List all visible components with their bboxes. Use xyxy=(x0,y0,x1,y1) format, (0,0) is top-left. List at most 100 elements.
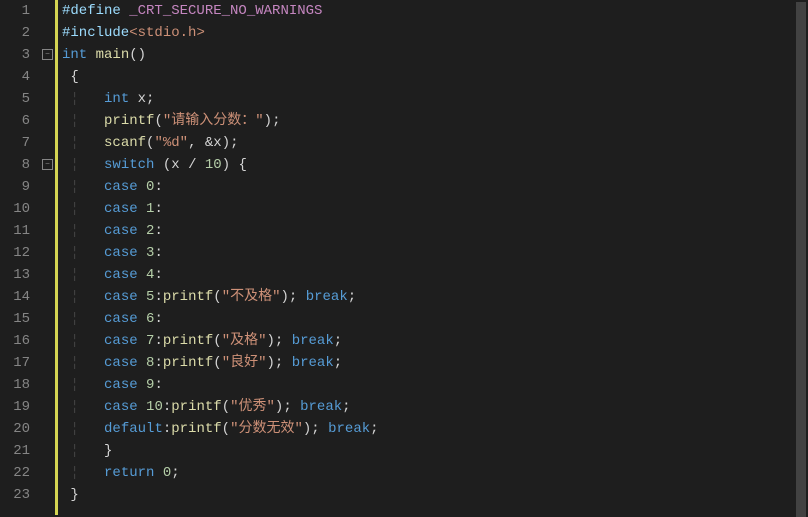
keyword-token: switch xyxy=(104,157,163,173)
string-token: "良好" xyxy=(222,355,267,371)
brace-token: } xyxy=(70,487,78,503)
code-line[interactable]: #include<stdio.h> xyxy=(62,22,808,44)
indent-guide: ¦ xyxy=(70,311,78,327)
code-area[interactable]: #define _CRT_SECURE_NO_WARNINGS #include… xyxy=(58,0,808,515)
code-line[interactable]: ¦ case 9: xyxy=(62,374,808,396)
paren-token: ( xyxy=(222,421,230,437)
keyword-token: case xyxy=(104,377,146,393)
punct-token: : xyxy=(154,179,162,195)
brace-token: { xyxy=(239,157,247,173)
paren-token: ) xyxy=(281,289,289,305)
string-token: "分数无效" xyxy=(230,421,303,437)
paren-token: ) xyxy=(267,333,275,349)
variable-token: x xyxy=(213,135,221,151)
line-number: 22 xyxy=(0,462,30,484)
code-line[interactable]: ¦ case 4: xyxy=(62,264,808,286)
code-line[interactable]: { xyxy=(62,66,808,88)
keyword-token: break xyxy=(300,399,342,415)
indent-guide: ¦ xyxy=(70,157,78,173)
line-number: 23 xyxy=(0,484,30,506)
punct-token: ; xyxy=(334,333,342,349)
string-token: "不及格" xyxy=(222,289,281,305)
string-token: "%d" xyxy=(154,135,188,151)
keyword-token: case xyxy=(104,267,146,283)
paren-token: ( xyxy=(213,289,221,305)
code-line[interactable]: ¦ case 3: xyxy=(62,242,808,264)
punct-token: ; xyxy=(171,465,179,481)
indent-guide: ¦ xyxy=(70,113,78,129)
punct-token: ; xyxy=(146,91,154,107)
vertical-scrollbar[interactable] xyxy=(794,0,808,515)
line-number: 19 xyxy=(0,396,30,418)
paren-token: ) xyxy=(222,157,239,173)
code-line[interactable]: ¦ } xyxy=(62,440,808,462)
punct-token: ; xyxy=(311,421,328,437)
brace-token: { xyxy=(70,69,78,85)
code-line[interactable]: ¦ switch (x / 10) { xyxy=(62,154,808,176)
indent-guide: ¦ xyxy=(70,443,78,459)
keyword-token: case xyxy=(104,245,146,261)
paren-token: ( xyxy=(154,113,162,129)
code-line[interactable]: ¦ case 5:printf("不及格"); break; xyxy=(62,286,808,308)
code-line[interactable]: ¦ scanf("%d", &x); xyxy=(62,132,808,154)
code-line[interactable]: ¦ case 2: xyxy=(62,220,808,242)
line-number: 15 xyxy=(0,308,30,330)
code-line[interactable]: ¦ case 1: xyxy=(62,198,808,220)
paren-token: ) xyxy=(267,355,275,371)
keyword-token: case xyxy=(104,223,146,239)
function-token: printf xyxy=(171,421,221,437)
line-number: 12 xyxy=(0,242,30,264)
punct-token: : xyxy=(154,333,162,349)
paren-token: ( xyxy=(213,333,221,349)
code-line[interactable]: ¦ return 0; xyxy=(62,462,808,484)
code-line[interactable]: ¦ case 0: xyxy=(62,176,808,198)
string-token: "优秀" xyxy=(230,399,275,415)
punct-token: ; xyxy=(289,289,306,305)
code-line[interactable]: ¦ default:printf("分数无效"); break; xyxy=(62,418,808,440)
string-token: "及格" xyxy=(222,333,267,349)
punct-token: : xyxy=(163,421,171,437)
indent-guide: ¦ xyxy=(70,355,78,371)
code-editor[interactable]: 1234567891011121314151617181920212223 −−… xyxy=(0,0,808,515)
indent-guide: ¦ xyxy=(70,289,78,305)
scrollbar-thumb[interactable] xyxy=(796,2,806,517)
keyword-token: break xyxy=(306,289,348,305)
code-line[interactable]: ¦ case 8:printf("良好"); break; xyxy=(62,352,808,374)
line-number: 17 xyxy=(0,352,30,374)
paren-token: () xyxy=(129,47,146,63)
code-line[interactable]: ¦ int x; xyxy=(62,88,808,110)
indent-guide: ¦ xyxy=(70,201,78,217)
code-line[interactable]: ¦ case 7:printf("及格"); break; xyxy=(62,330,808,352)
indent-guide: ¦ xyxy=(70,135,78,151)
fold-toggle-icon[interactable]: − xyxy=(42,159,53,170)
line-number: 7 xyxy=(0,132,30,154)
line-number: 16 xyxy=(0,330,30,352)
indent-guide: ¦ xyxy=(70,245,78,261)
string-token: "请输入分数：" xyxy=(163,113,264,129)
line-number: 2 xyxy=(0,22,30,44)
keyword-token: case xyxy=(104,179,146,195)
variable-token: x xyxy=(138,91,146,107)
function-token: scanf xyxy=(104,135,146,151)
keyword-token: break xyxy=(292,333,334,349)
punct-token: ; xyxy=(342,399,350,415)
code-line[interactable]: int main() xyxy=(62,44,808,66)
keyword-token: case xyxy=(104,289,146,305)
indent-guide: ¦ xyxy=(70,223,78,239)
keyword-token: case xyxy=(104,201,146,217)
header-token: stdio.h xyxy=(138,25,197,41)
code-line[interactable]: #define _CRT_SECURE_NO_WARNINGS xyxy=(62,0,808,22)
code-line[interactable]: ¦ case 6: xyxy=(62,308,808,330)
fold-toggle-icon[interactable]: − xyxy=(42,49,53,60)
punct-token: ; xyxy=(283,399,300,415)
code-line[interactable]: ¦ case 10:printf("优秀"); break; xyxy=(62,396,808,418)
function-token: main xyxy=(96,47,130,63)
type-token: int xyxy=(62,47,96,63)
punct-token: : xyxy=(154,355,162,371)
preprocessor-token: #define xyxy=(62,3,129,19)
keyword-token: break xyxy=(328,421,370,437)
code-line[interactable]: } xyxy=(62,484,808,506)
code-line[interactable]: ¦ printf("请输入分数："); xyxy=(62,110,808,132)
fold-column[interactable]: −− xyxy=(40,0,58,515)
keyword-token: case xyxy=(104,399,146,415)
